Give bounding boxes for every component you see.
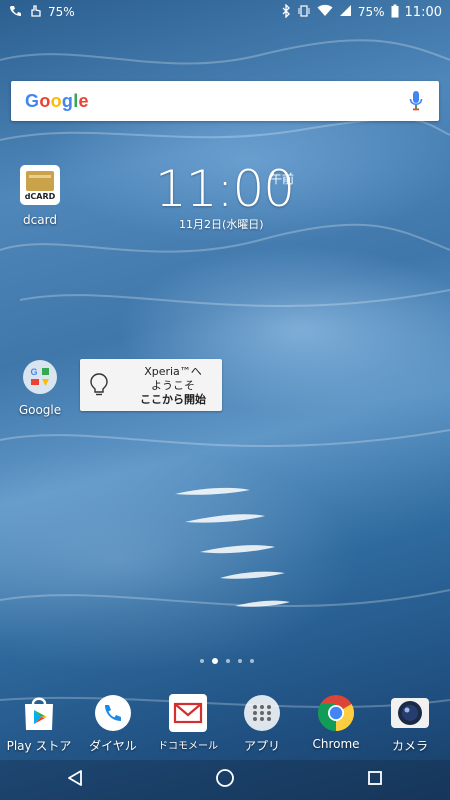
chrome-icon bbox=[316, 693, 356, 733]
page-dot-active bbox=[212, 658, 218, 664]
xperia-line3: ここから開始 bbox=[140, 393, 206, 406]
dock-docomo-mail[interactable]: ドコモメール bbox=[151, 693, 225, 752]
notification-phone-icon bbox=[8, 4, 22, 21]
dock-label: ダイヤル bbox=[89, 739, 137, 753]
back-icon bbox=[67, 769, 83, 791]
dcard-icon: dCARD bbox=[20, 165, 60, 209]
svg-text:G: G bbox=[30, 367, 37, 377]
folder-google[interactable]: G Google bbox=[16, 359, 64, 417]
clock-widget[interactable]: 11:00 午前 11月2日(水曜日) bbox=[155, 164, 295, 232]
google-logo: Google bbox=[25, 90, 89, 111]
dock-chrome[interactable]: Chrome bbox=[299, 693, 373, 751]
dock-label: カメラ bbox=[391, 739, 428, 753]
camera-icon bbox=[390, 693, 430, 733]
clock-ampm: 午前 bbox=[270, 172, 295, 186]
google-folder-icon: G bbox=[22, 359, 58, 399]
back-button[interactable] bbox=[45, 760, 105, 800]
mic-icon[interactable] bbox=[409, 90, 423, 116]
vibrate-icon bbox=[297, 4, 311, 21]
battery-level-left: 75% bbox=[48, 5, 75, 19]
status-time: 11:00 bbox=[404, 4, 442, 20]
recents-icon bbox=[367, 770, 383, 790]
dock-play-store[interactable]: Play ストア bbox=[2, 693, 76, 754]
folder-label: Google bbox=[18, 403, 62, 417]
clock-date: 11月2日(水曜日) bbox=[179, 218, 264, 231]
battery-icon bbox=[391, 4, 399, 21]
mail-icon bbox=[168, 693, 208, 733]
google-search-bar[interactable]: Google bbox=[11, 81, 439, 121]
app-dcard[interactable]: dCARD dcard bbox=[16, 165, 64, 227]
dock-label: Chrome bbox=[312, 737, 360, 751]
xperia-line1: Xperia™へ bbox=[144, 365, 202, 378]
signal-icon bbox=[339, 4, 352, 20]
xperia-line2: ようこそ bbox=[151, 379, 195, 392]
page-indicator bbox=[200, 658, 254, 664]
app-drawer-icon bbox=[242, 693, 282, 733]
dock-label: ドコモメール bbox=[158, 741, 218, 752]
status-bar: 75% 75% 11:00 bbox=[0, 0, 450, 24]
phone-icon bbox=[93, 693, 133, 733]
dock-label: Play ストア bbox=[6, 739, 72, 753]
notification-hand-icon bbox=[28, 4, 42, 21]
xperia-welcome-widget[interactable]: Xperia™へ ようこそ ここから開始 bbox=[80, 359, 222, 411]
page-dot bbox=[238, 659, 242, 663]
wifi-icon bbox=[317, 4, 333, 20]
svg-text:dCARD: dCARD bbox=[25, 192, 56, 201]
navigation-bar bbox=[0, 760, 450, 800]
home-button[interactable] bbox=[195, 760, 255, 800]
page-dot bbox=[226, 659, 230, 663]
play-store-icon bbox=[19, 693, 59, 733]
page-dot bbox=[200, 659, 204, 663]
dock-app-drawer[interactable]: アプリ bbox=[225, 693, 299, 754]
home-icon bbox=[215, 768, 235, 792]
battery-level-right: 75% bbox=[357, 5, 385, 19]
lightbulb-icon bbox=[90, 373, 108, 401]
dock-dialer[interactable]: ダイヤル bbox=[76, 693, 150, 754]
bluetooth-icon bbox=[281, 2, 291, 21]
page-dot bbox=[250, 659, 254, 663]
dock-camera[interactable]: カメラ bbox=[373, 693, 447, 754]
recents-button[interactable] bbox=[345, 760, 405, 800]
app-label: dcard bbox=[23, 213, 57, 227]
dock-label: アプリ bbox=[243, 739, 280, 753]
